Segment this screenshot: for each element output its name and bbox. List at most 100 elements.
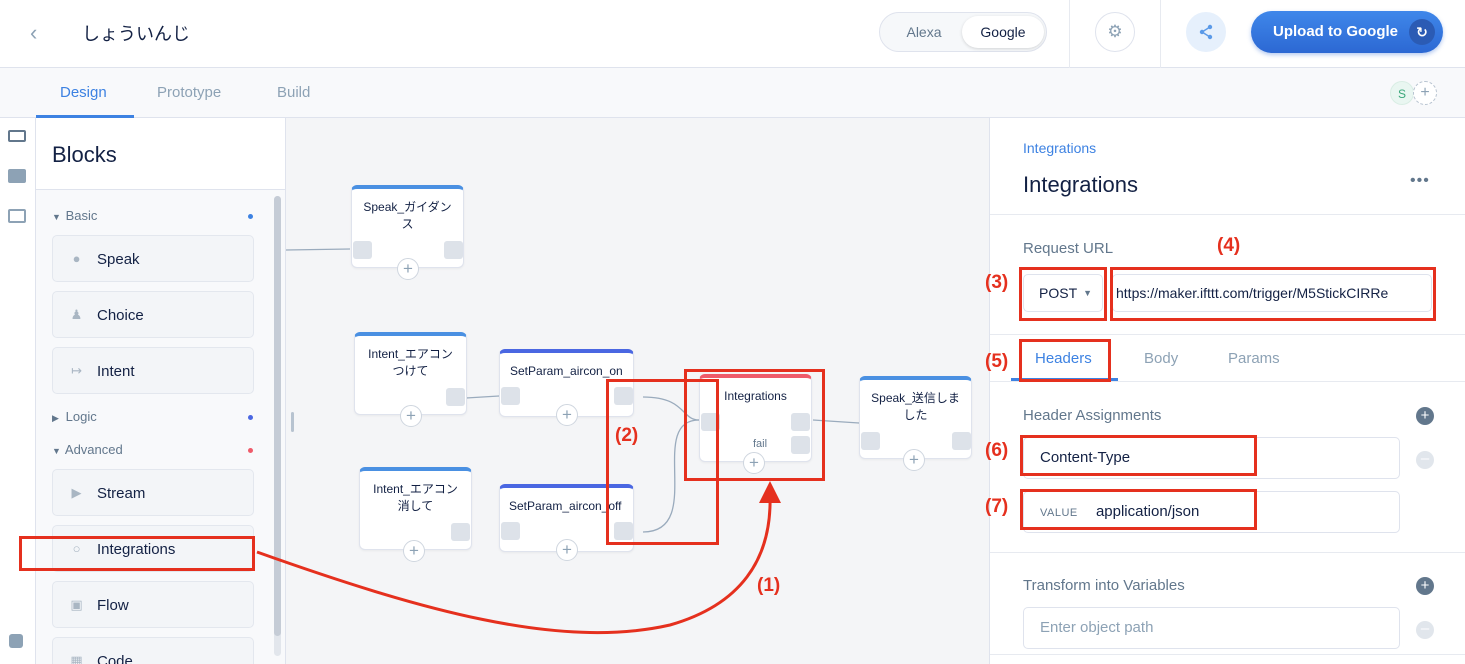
breadcrumb[interactable]: Integrations <box>1023 140 1096 156</box>
annotation-label: (4) <box>1217 235 1241 256</box>
add-variable-button[interactable]: + <box>1416 577 1434 595</box>
annotation-box-integrations-block <box>19 536 255 571</box>
add-header-button[interactable]: + <box>1416 407 1434 425</box>
object-path-input[interactable]: Enter object path <box>1023 607 1400 649</box>
category-dot <box>248 415 253 420</box>
category-logic[interactable]: ▶ Logic <box>52 409 97 424</box>
editor-panel: Integrations Integrations ••• Request UR… <box>989 118 1465 664</box>
upload-label: Upload to Google <box>1273 23 1398 40</box>
sync-icon: ↻ <box>1409 19 1435 45</box>
category-dot <box>248 214 253 219</box>
block-code[interactable]: ▦ Code <box>52 637 254 664</box>
request-url-label: Request URL <box>1023 240 1114 257</box>
stack-icon: ▣ <box>70 597 83 612</box>
top-bar: ‹ しょういんじ Alexa Google ⚙ Upload to Google… <box>0 0 1465 68</box>
divider <box>990 654 1465 655</box>
block-speak[interactable]: ● Speak <box>52 235 254 282</box>
category-label: Basic <box>65 208 98 223</box>
block-label: Code <box>97 653 133 664</box>
code-icon: ▦ <box>70 653 83 664</box>
speech-bubble-icon: ● <box>72 251 81 266</box>
input-port[interactable] <box>501 387 520 405</box>
annotation-label: (6) <box>985 440 1009 461</box>
tab-body[interactable]: Body <box>1144 350 1178 367</box>
block-label: Stream <box>97 485 146 502</box>
bot-icon[interactable] <box>9 634 23 648</box>
settings-button[interactable]: ⚙ <box>1095 12 1135 52</box>
input-port[interactable] <box>861 432 880 450</box>
avatar[interactable]: S <box>1390 81 1414 105</box>
share-icon <box>1199 24 1213 40</box>
annotation-box-method <box>1019 267 1107 321</box>
divider <box>1069 0 1070 68</box>
connector <box>465 395 500 399</box>
blocks-scrollbar-thumb[interactable] <box>274 196 281 636</box>
divider <box>990 334 1465 335</box>
divider <box>990 552 1465 553</box>
block-choice[interactable]: ♟ Choice <box>52 291 254 338</box>
add-step-button[interactable]: + <box>400 405 422 427</box>
add-step-button[interactable]: + <box>403 540 425 562</box>
category-advanced[interactable]: ▼ Advanced <box>52 442 123 457</box>
platform-google[interactable]: Google <box>962 16 1044 48</box>
annotation-box-header-key <box>1020 435 1257 476</box>
add-step-button[interactable]: + <box>556 539 578 561</box>
annotation-box-header-value <box>1020 489 1257 530</box>
output-port[interactable] <box>451 523 470 541</box>
view-tabs: Design Prototype Build S + <box>0 68 1465 118</box>
block-label: Intent <box>97 363 135 380</box>
tab-build[interactable]: Build <box>277 84 310 101</box>
add-step-button[interactable]: + <box>903 449 925 471</box>
node-title: Speak_ガイダンス <box>363 200 452 231</box>
input-port[interactable] <box>353 241 372 259</box>
node-intent-aircon-off[interactable]: Intent_エアコン消して + <box>359 467 472 562</box>
output-port[interactable] <box>952 432 971 450</box>
block-stream[interactable]: ▶ Stream <box>52 469 254 516</box>
platform-toggle[interactable]: Alexa Google <box>879 12 1047 52</box>
input-port[interactable] <box>501 522 520 540</box>
more-options-icon[interactable]: ••• <box>1410 172 1430 190</box>
block-flow[interactable]: ▣ Flow <box>52 581 254 628</box>
play-icon: ▶ <box>71 485 82 500</box>
block-intent[interactable]: ↦ Intent <box>52 347 254 394</box>
layers-icon[interactable] <box>8 169 26 183</box>
tab-prototype[interactable]: Prototype <box>157 84 221 101</box>
tab-design[interactable]: Design <box>60 84 107 101</box>
upload-to-google-button[interactable]: Upload to Google ↻ <box>1251 11 1443 53</box>
annotation-label: (3) <box>985 272 1009 293</box>
output-port[interactable] <box>444 241 463 259</box>
chevron-left-icon[interactable]: ‹ <box>30 20 37 46</box>
divider <box>1160 0 1161 68</box>
add-step-button[interactable]: + <box>397 258 419 280</box>
share-button[interactable] <box>1186 12 1226 52</box>
arrow-right-icon: ↦ <box>71 363 82 378</box>
project-name: しょういんじ <box>82 24 190 44</box>
transform-label: Transform into Variables <box>1023 577 1185 594</box>
annotation-label: (7) <box>985 496 1009 517</box>
node-speak-sent[interactable]: Speak_送信しました + <box>859 376 972 471</box>
remove-variable-button[interactable]: – <box>1416 621 1434 639</box>
caret-down-icon: ▼ <box>52 212 61 222</box>
output-port[interactable] <box>446 388 465 406</box>
monitor-icon[interactable] <box>8 130 26 142</box>
node-title: Intent_エアコンつけて <box>368 347 453 378</box>
code-window-icon[interactable] <box>8 209 26 223</box>
caret-right-icon: ▶ <box>52 413 59 423</box>
annotation-box-url <box>1110 267 1436 321</box>
remove-header-button[interactable]: – <box>1416 451 1434 469</box>
person-icon: ♟ <box>70 307 83 322</box>
left-rail <box>0 118 36 664</box>
node-title: Intent_エアコン消して <box>373 482 458 513</box>
block-label: Choice <box>97 307 144 324</box>
annotation-label: (1) <box>757 575 781 596</box>
platform-alexa[interactable]: Alexa <box>884 16 964 48</box>
tab-params[interactable]: Params <box>1228 350 1280 367</box>
gear-icon: ⚙ <box>1107 22 1123 41</box>
header-assignments-label: Header Assignments <box>1023 407 1162 424</box>
node-intent-aircon-on[interactable]: Intent_エアコンつけて + <box>354 332 467 427</box>
add-collaborator-button[interactable]: + <box>1413 81 1437 105</box>
block-label: Speak <box>97 251 140 268</box>
node-speak-guidance[interactable]: Speak_ガイダンス + <box>351 185 464 280</box>
add-step-button[interactable]: + <box>556 404 578 426</box>
category-basic[interactable]: ▼ Basic <box>52 208 97 223</box>
